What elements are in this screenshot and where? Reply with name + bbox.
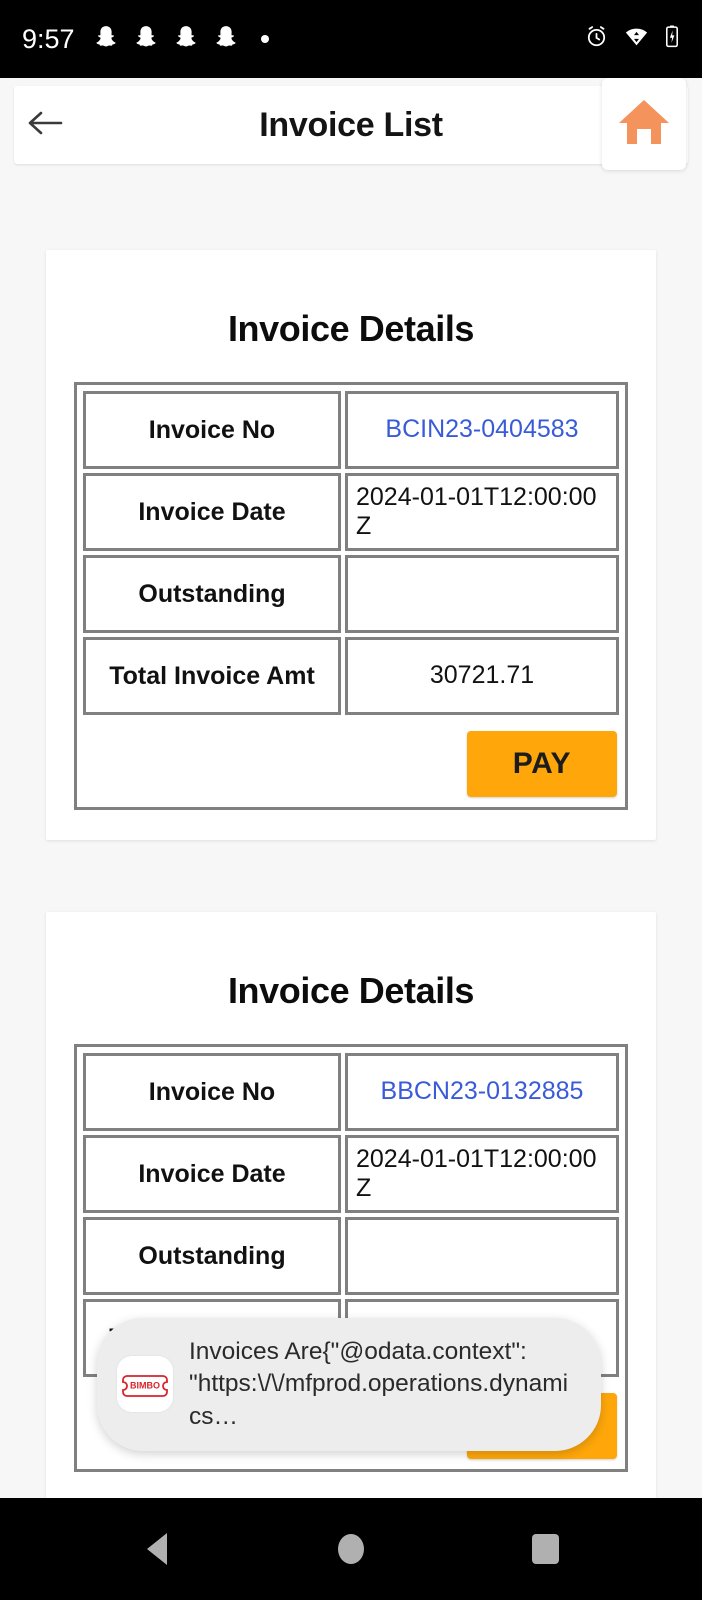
home-icon	[616, 96, 672, 153]
total-invoice-amt-value: 30721.71	[345, 637, 619, 715]
header-bar: Invoice List	[14, 78, 688, 170]
snapchat-ghost-icon	[173, 24, 199, 55]
dot-icon	[260, 35, 269, 43]
status-bar: 9:57	[0, 0, 702, 78]
table-row: Outstanding	[81, 1215, 621, 1297]
snapchat-ghost-icon	[213, 24, 239, 55]
home-button[interactable]	[602, 78, 686, 170]
table-row: Invoice Date 2024-01-01T12:00:00Z	[81, 471, 621, 553]
table-row: Total Invoice Amt 30721.71	[81, 635, 621, 717]
nav-recents-button[interactable]	[505, 1509, 585, 1589]
toast-notification: BIMBO Invoices Are{"@odata.context": "ht…	[97, 1318, 601, 1451]
nav-recents-icon	[531, 1534, 559, 1564]
alarm-icon	[584, 24, 609, 54]
invoice-card: Invoice Details Invoice No BCIN23-040458…	[46, 250, 656, 840]
invoice-date-label: Invoice Date	[83, 473, 341, 551]
table-row: Outstanding	[81, 553, 621, 635]
nav-back-button[interactable]	[117, 1509, 197, 1589]
card-title: Invoice Details	[227, 308, 475, 349]
invoice-detail-table: Invoice No BCIN23-0404583 Invoice Date 2…	[74, 382, 628, 810]
phone-screen: 9:57 Invoice List Invoice Details Invoic…	[0, 0, 702, 1600]
pay-row: PAY	[81, 717, 621, 803]
invoice-no-value[interactable]: BBCN23-0132885	[345, 1053, 619, 1131]
table-row: Invoice Date 2024-01-01T12:00:00Z	[81, 1133, 621, 1215]
invoice-list-scroll[interactable]: Invoice Details Invoice No BCIN23-040458…	[0, 178, 702, 1498]
invoice-no-value[interactable]: BCIN23-0404583	[345, 391, 619, 469]
toast-message: Invoices Are{"@odata.context": "https:\/…	[189, 1338, 569, 1430]
outstanding-value	[345, 555, 619, 633]
outstanding-label: Outstanding	[83, 555, 341, 633]
pay-button[interactable]: PAY	[466, 731, 617, 797]
table-row: Invoice No BBCN23-0132885	[81, 1051, 621, 1133]
page-title: Invoice List	[259, 105, 443, 144]
nav-home-button[interactable]	[311, 1509, 391, 1589]
app-icon: BIMBO	[117, 1356, 173, 1413]
status-clock: 9:57	[22, 23, 75, 54]
wifi-icon	[623, 24, 650, 54]
battery-icon	[664, 24, 680, 54]
svg-text:BIMBO: BIMBO	[130, 1381, 160, 1391]
invoice-date-value: 2024-01-01T12:00:00Z	[345, 1135, 619, 1213]
snapchat-ghost-icon	[133, 24, 159, 55]
total-invoice-amt-label: Total Invoice Amt	[83, 637, 341, 715]
invoice-date-label: Invoice Date	[83, 1135, 341, 1213]
nav-back-icon	[147, 1533, 167, 1565]
app-header: Invoice List	[0, 78, 702, 178]
table-row: Invoice No BCIN23-0404583	[81, 389, 621, 471]
outstanding-label: Outstanding	[83, 1217, 341, 1295]
invoice-date-value: 2024-01-01T12:00:00Z	[345, 473, 619, 551]
invoice-no-label: Invoice No	[83, 1053, 341, 1131]
outstanding-value	[345, 1217, 619, 1295]
nav-home-icon	[338, 1534, 364, 1564]
android-nav-bar	[0, 1498, 702, 1600]
snapchat-ghost-icon	[93, 24, 119, 55]
status-notification-icons	[93, 24, 269, 55]
invoice-no-label: Invoice No	[83, 391, 341, 469]
card-title: Invoice Details	[227, 970, 475, 1011]
status-system-icons	[584, 24, 680, 54]
